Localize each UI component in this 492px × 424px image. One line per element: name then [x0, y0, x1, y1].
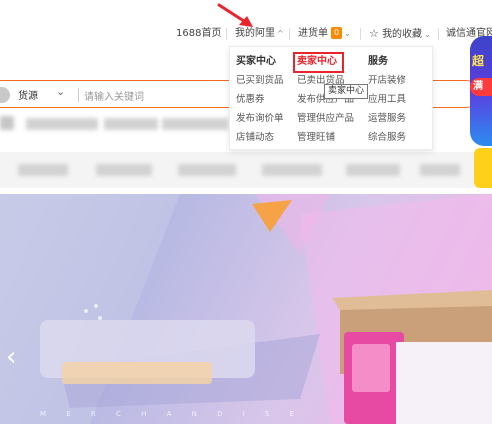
- hero-banner[interactable]: ‹ M E R C H A N D I S E: [0, 194, 492, 424]
- nav-item[interactable]: [178, 164, 236, 176]
- nav-item[interactable]: [18, 164, 68, 176]
- buyer-center-title[interactable]: 买家中心: [236, 53, 284, 71]
- highlight-box: [293, 52, 344, 73]
- nav-strip: [0, 152, 492, 188]
- category-label: [26, 118, 98, 130]
- nav-item[interactable]: [420, 164, 460, 176]
- divider: [289, 28, 290, 40]
- chevron-left-icon[interactable]: ‹: [6, 344, 16, 370]
- buyer-link[interactable]: 店铺动态: [236, 128, 284, 147]
- divider: [78, 88, 79, 102]
- chevron-down-icon: ⌄: [344, 29, 351, 38]
- promo-badge: 满: [470, 78, 492, 96]
- divider: [360, 28, 361, 40]
- service-link[interactable]: 应用工具: [368, 90, 406, 109]
- cart-count-badge: 0: [331, 27, 342, 39]
- chevron-up-icon: ^: [277, 29, 284, 38]
- nav-item[interactable]: [262, 164, 322, 176]
- favorites-label: 我的收藏: [382, 29, 423, 40]
- category-label: [162, 118, 228, 130]
- home-link[interactable]: 1688首页: [176, 26, 221, 42]
- favorites-menu[interactable]: ☆ 我的收藏 ⌄: [369, 26, 431, 42]
- service-title[interactable]: 服务: [368, 53, 406, 71]
- service-link[interactable]: 综合服务: [368, 128, 406, 147]
- buyer-link[interactable]: 已买到货品: [236, 71, 284, 90]
- banner-watermark: M E R C H A N D I S E: [40, 410, 304, 418]
- promo-text: 超: [472, 54, 485, 68]
- seller-link[interactable]: 管理供应产品: [297, 109, 354, 128]
- service-link[interactable]: 开店装修: [368, 71, 406, 90]
- buyer-link[interactable]: 发布询价单: [236, 109, 284, 128]
- cart-label: 进货单: [298, 28, 328, 39]
- service-link[interactable]: 运营服务: [368, 109, 406, 128]
- avatar: [0, 87, 10, 103]
- gift-box-icon: [474, 148, 492, 188]
- star-icon: ☆: [369, 27, 379, 40]
- category-icon: [0, 116, 14, 130]
- cart-menu[interactable]: 进货单 0 ⌄: [298, 26, 351, 42]
- divider: [438, 28, 439, 40]
- nav-item[interactable]: [346, 164, 400, 176]
- banner-artwork: [0, 194, 492, 424]
- my-alibaba-label: 我的阿里: [235, 28, 275, 39]
- chevron-down-icon[interactable]: ⌄: [56, 85, 65, 98]
- nav-item[interactable]: [96, 164, 152, 176]
- search-input[interactable]: 请输入关键词: [84, 88, 144, 103]
- seller-link[interactable]: 管理旺铺: [297, 128, 354, 147]
- annotation-arrow-icon: [217, 3, 253, 27]
- divider: [226, 28, 227, 40]
- category-label: [104, 118, 158, 130]
- chevron-down-icon: ⌄: [424, 30, 431, 39]
- search-type-select[interactable]: 货源: [18, 87, 38, 102]
- buyer-link[interactable]: 优惠券: [236, 90, 284, 109]
- buyer-center-column: 买家中心 已买到货品 优惠券 发布询价单 店铺动态: [236, 53, 284, 147]
- my-alibaba-dropdown: 买家中心 已买到货品 优惠券 发布询价单 店铺动态 卖家中心 已卖出货品 发布供…: [229, 46, 433, 150]
- service-column: 服务 开店装修 应用工具 运营服务 综合服务: [368, 53, 406, 147]
- tooltip: 卖家中心: [324, 84, 369, 99]
